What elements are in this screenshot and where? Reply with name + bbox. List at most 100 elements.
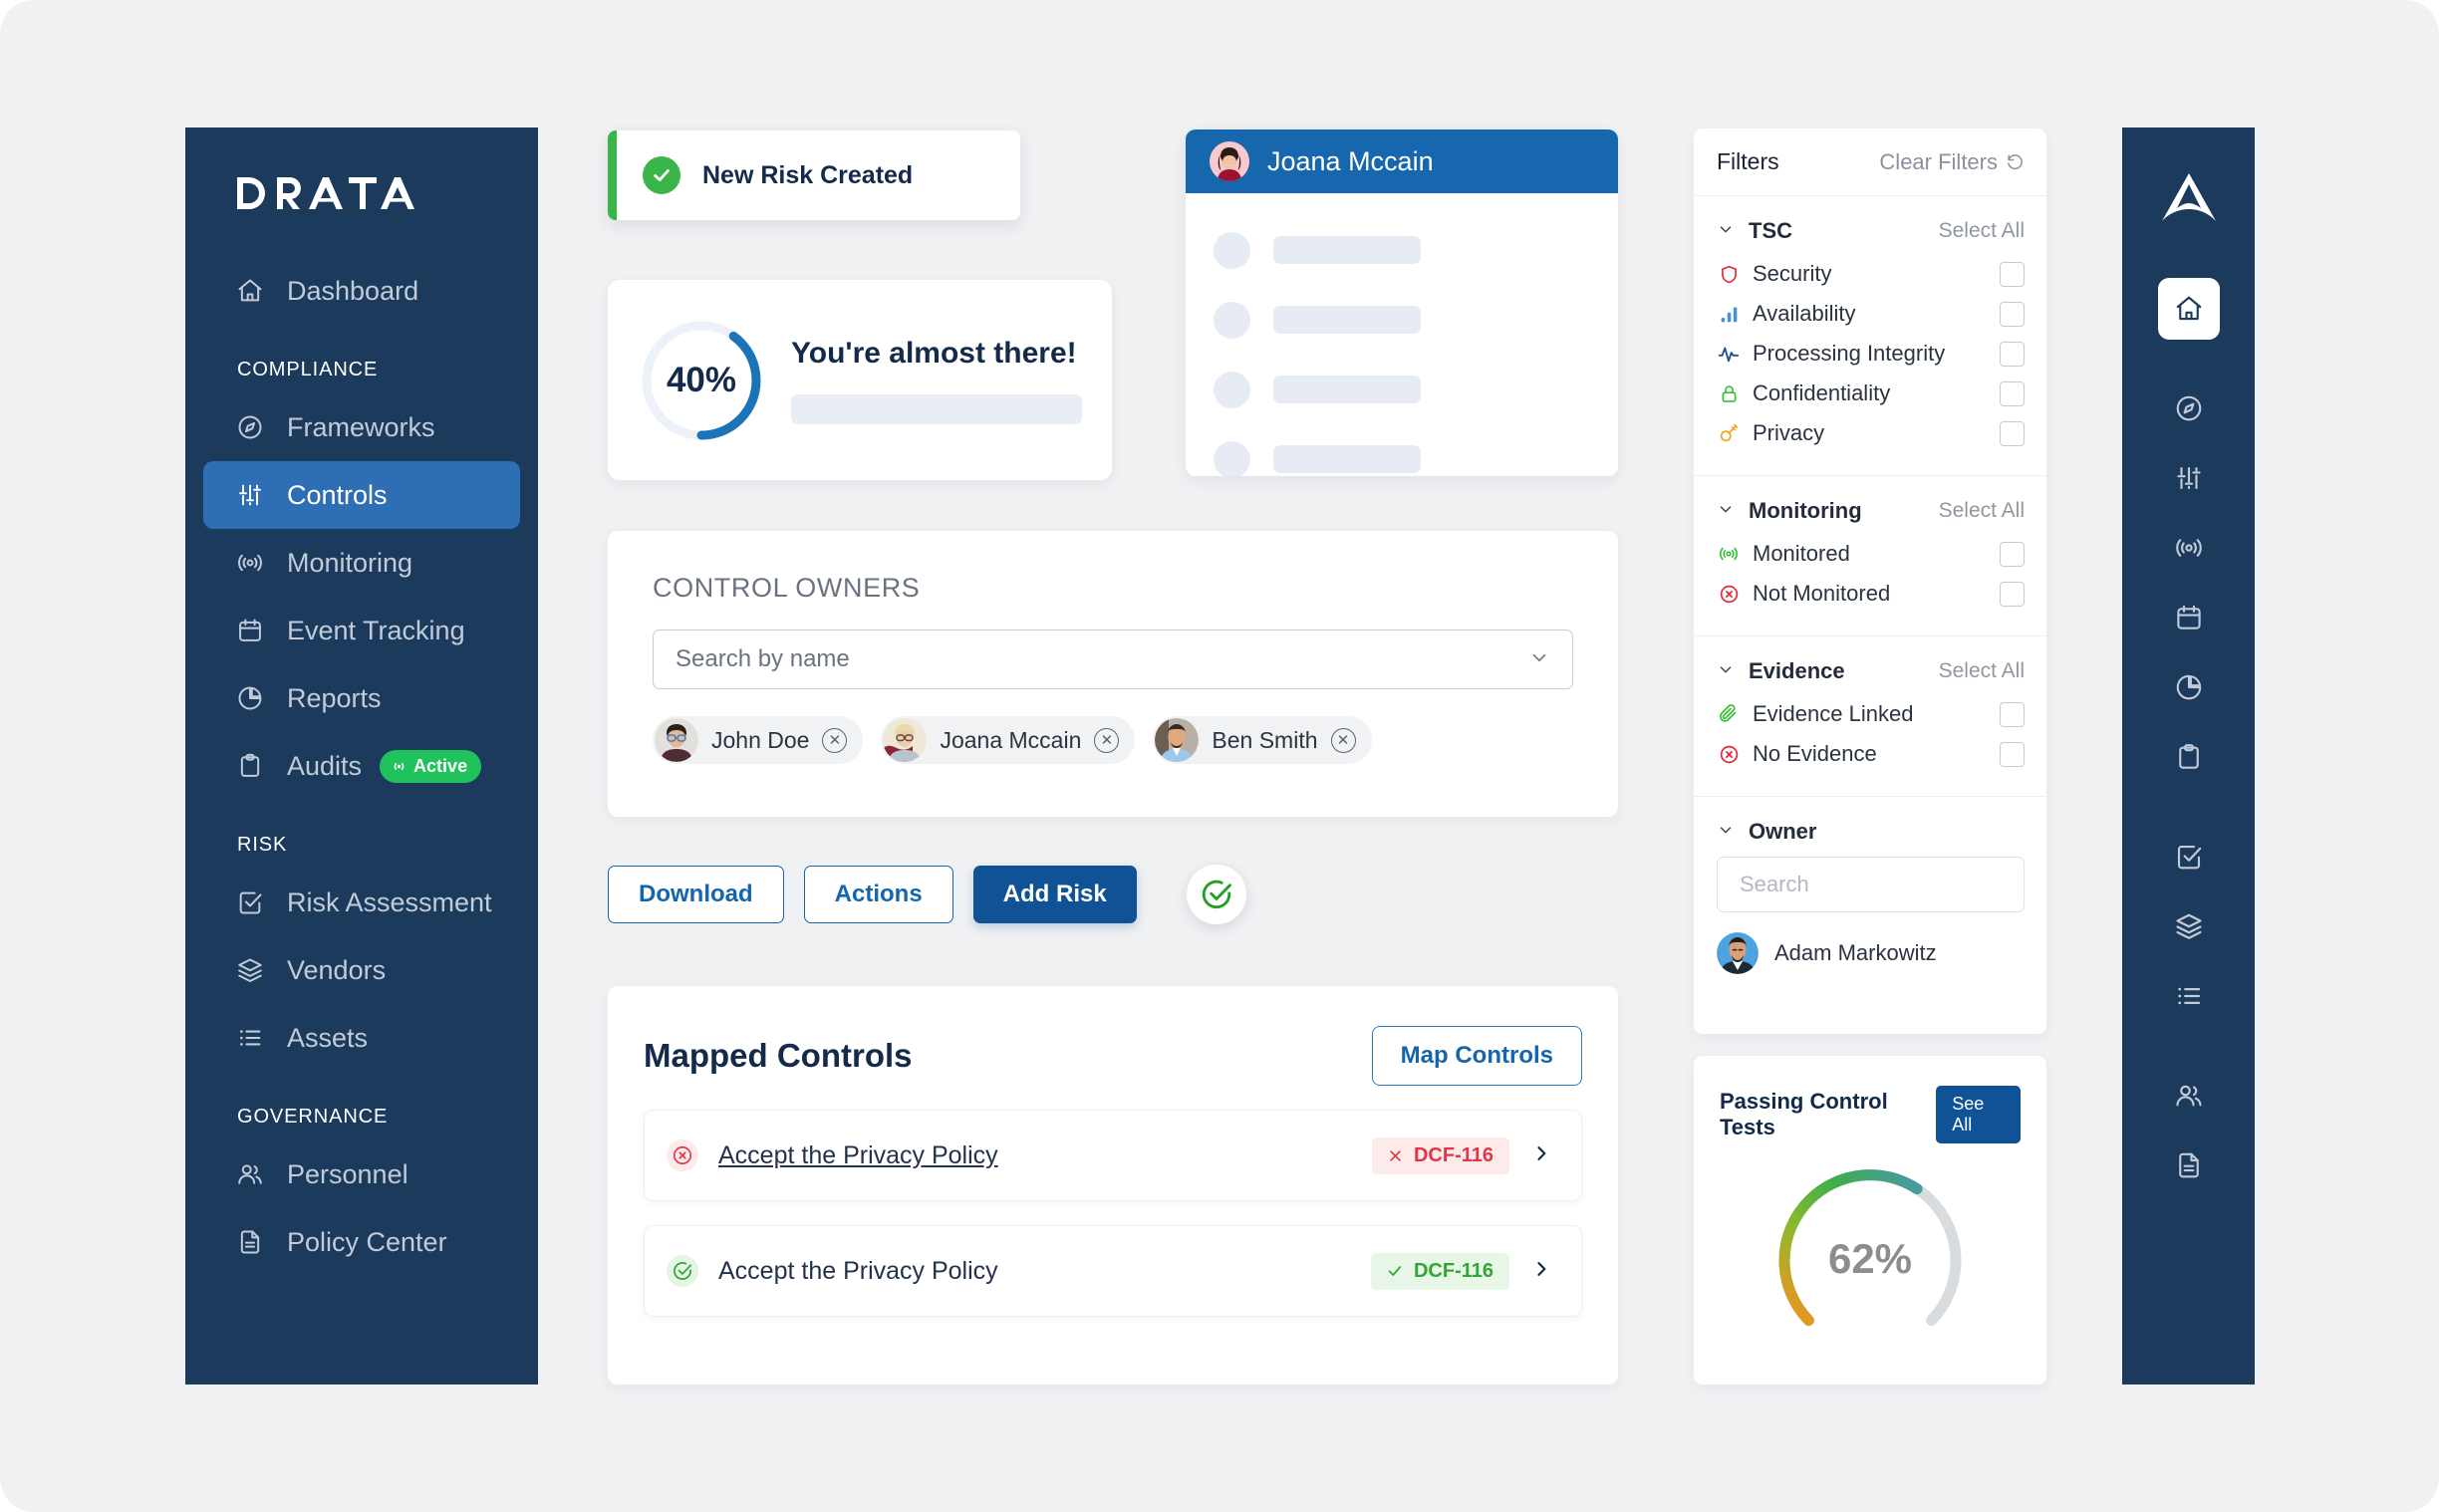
sliders-icon [2176, 466, 2201, 490]
owner-list-item[interactable]: Adam Markowitz [1717, 932, 2025, 974]
drata-mark-icon [2158, 171, 2220, 234]
action-button-row: Download Actions Add Risk [608, 865, 1246, 924]
map-controls-button[interactable]: Map Controls [1371, 1026, 1582, 1086]
chevron-right-icon[interactable] [1531, 1256, 1551, 1287]
filter-checkbox[interactable] [2000, 741, 2025, 767]
close-icon[interactable]: ✕ [1330, 727, 1356, 753]
filter-row-availability[interactable]: Availability [1717, 294, 2025, 334]
sidebar-item-event-tracking[interactable]: Event Tracking [203, 597, 520, 664]
rail-item-assets[interactable] [2158, 965, 2220, 1027]
filter-row-monitored[interactable]: Monitored [1717, 534, 2025, 574]
filters-title: Filters [1717, 148, 1779, 174]
clear-filters-button[interactable]: Clear Filters [1879, 149, 2025, 175]
filter-row-security[interactable]: Security [1717, 254, 2025, 294]
list-icon [2177, 987, 2200, 1005]
select-all-button-tsc[interactable]: Select All [1939, 219, 2025, 243]
rail-item-audits[interactable] [2158, 726, 2220, 788]
chevron-down-icon[interactable] [1717, 500, 1735, 523]
rail-item-dashboard[interactable] [2157, 278, 2220, 340]
filter-checkbox[interactable] [2000, 261, 2025, 287]
filter-checkbox[interactable] [2000, 541, 2025, 567]
filter-checkbox[interactable] [2000, 701, 2025, 727]
skeleton-line [1273, 445, 1421, 473]
download-button[interactable]: Download [608, 866, 784, 923]
sidebar-item-personnel[interactable]: Personnel [203, 1140, 520, 1208]
rail-item-monitoring[interactable] [2158, 517, 2220, 579]
sidebar-item-dashboard[interactable]: Dashboard [203, 257, 520, 325]
filter-row-processing-integrity[interactable]: Processing Integrity [1717, 334, 2025, 374]
owner-chip[interactable]: Joana Mccain ✕ [881, 716, 1136, 764]
filter-row-evidence-linked[interactable]: Evidence Linked [1717, 694, 2025, 734]
owner-name: Adam Markowitz [1774, 940, 1937, 965]
sidebar-item-label: Event Tracking [287, 615, 465, 645]
sidebar-item-frameworks[interactable]: Frameworks [203, 393, 520, 461]
owner-filter-search-placeholder: Search [1740, 872, 1809, 896]
chevron-down-icon[interactable] [1717, 821, 1735, 844]
owner-search-input[interactable]: Search by name [653, 630, 1573, 689]
rail-item-risk-assessment[interactable] [2158, 826, 2220, 887]
sidebar-nav: Dashboard COMPLIANCE Frameworks Controls [185, 257, 538, 1276]
rail-item-event-tracking[interactable] [2158, 587, 2220, 648]
owner-chip-label: John Doe [711, 726, 810, 753]
filter-row-confidentiality[interactable]: Confidentiality [1717, 374, 2025, 413]
sidebar-item-policy-center[interactable]: Policy Center [203, 1208, 520, 1276]
table-row[interactable]: Accept the Privacy Policy DCF-116 [644, 1225, 1582, 1317]
clipboard-icon [2178, 744, 2199, 769]
sidebar-item-risk-assessment[interactable]: Risk Assessment [203, 869, 520, 936]
chevron-right-icon[interactable] [1531, 1140, 1551, 1171]
sidebar-item-assets[interactable]: Assets [203, 1004, 520, 1072]
filter-checkbox[interactable] [2000, 420, 2025, 446]
rail-item-vendors[interactable] [2158, 895, 2220, 957]
check-square-icon [2177, 845, 2201, 870]
owner-chip[interactable]: Ben Smith ✕ [1153, 716, 1372, 764]
sidebar-item-reports[interactable]: Reports [203, 664, 520, 732]
filter-checkbox[interactable] [2000, 380, 2025, 406]
rail-item-personnel[interactable] [2158, 1065, 2220, 1127]
control-name-link[interactable]: Accept the Privacy Policy [718, 1257, 998, 1286]
see-all-button[interactable]: See All [1936, 1086, 2021, 1143]
filter-label: No Evidence [1753, 741, 1877, 766]
list-item [1214, 424, 1590, 476]
filter-checkbox[interactable] [2000, 581, 2025, 607]
rail-item-reports[interactable] [2158, 656, 2220, 718]
owner-chip-label: Joana Mccain [940, 726, 1082, 753]
sidebar-item-controls[interactable]: Controls [203, 461, 520, 529]
clear-filters-label: Clear Filters [1879, 148, 1998, 174]
rail-item-policy-center[interactable] [2158, 1134, 2220, 1196]
select-all-button-evidence[interactable]: Select All [1939, 659, 2025, 683]
filter-checkbox[interactable] [2000, 301, 2025, 327]
actions-button[interactable]: Actions [803, 866, 953, 923]
sidebar-item-label: Risk Assessment [287, 886, 492, 917]
rail-item-frameworks[interactable] [2158, 378, 2220, 439]
sidebar-item-monitoring[interactable]: Monitoring [203, 529, 520, 597]
layers-icon [2175, 913, 2202, 939]
rail-item-controls[interactable] [2158, 447, 2220, 509]
sidebar-item-audits[interactable]: Audits Active [203, 732, 520, 800]
chevron-down-icon[interactable] [1717, 660, 1735, 683]
table-row[interactable]: Accept the Privacy Policy DCF-116 [644, 1110, 1582, 1201]
broadcast-icon [2175, 539, 2202, 557]
sidebar-item-vendors[interactable]: Vendors [203, 936, 520, 1004]
owner-filter-search-input[interactable]: Search [1717, 857, 2025, 912]
sidebar-item-label: Policy Center [287, 1226, 447, 1257]
filter-group-label: TSC [1749, 218, 1792, 243]
control-name-link[interactable]: Accept the Privacy Policy [718, 1141, 998, 1170]
filter-row-no-evidence[interactable]: No Evidence [1717, 734, 2025, 774]
select-all-button-monitoring[interactable]: Select All [1939, 499, 2025, 523]
check-circle-outline-icon[interactable] [1186, 865, 1246, 924]
owner-chip[interactable]: John Doe ✕ [653, 716, 864, 764]
filter-label: Privacy [1753, 420, 1825, 445]
close-icon[interactable]: ✕ [1094, 727, 1120, 753]
chevron-down-icon[interactable] [1717, 220, 1735, 243]
filter-label: Monitored [1753, 541, 1850, 566]
chevron-down-icon[interactable] [1528, 646, 1550, 673]
status-badge: DCF-116 [1370, 1252, 1509, 1290]
close-icon[interactable]: ✕ [822, 727, 848, 753]
filter-row-not-monitored[interactable]: Not Monitored [1717, 574, 2025, 614]
filter-row-privacy[interactable]: Privacy [1717, 413, 2025, 453]
list-item [1214, 285, 1590, 355]
filters-panel: Filters Clear Filters TSC Select All Sec… [1694, 128, 2046, 1034]
filter-checkbox[interactable] [2000, 341, 2025, 367]
close-icon [1390, 1149, 1401, 1161]
add-risk-button[interactable]: Add Risk [972, 866, 1137, 923]
